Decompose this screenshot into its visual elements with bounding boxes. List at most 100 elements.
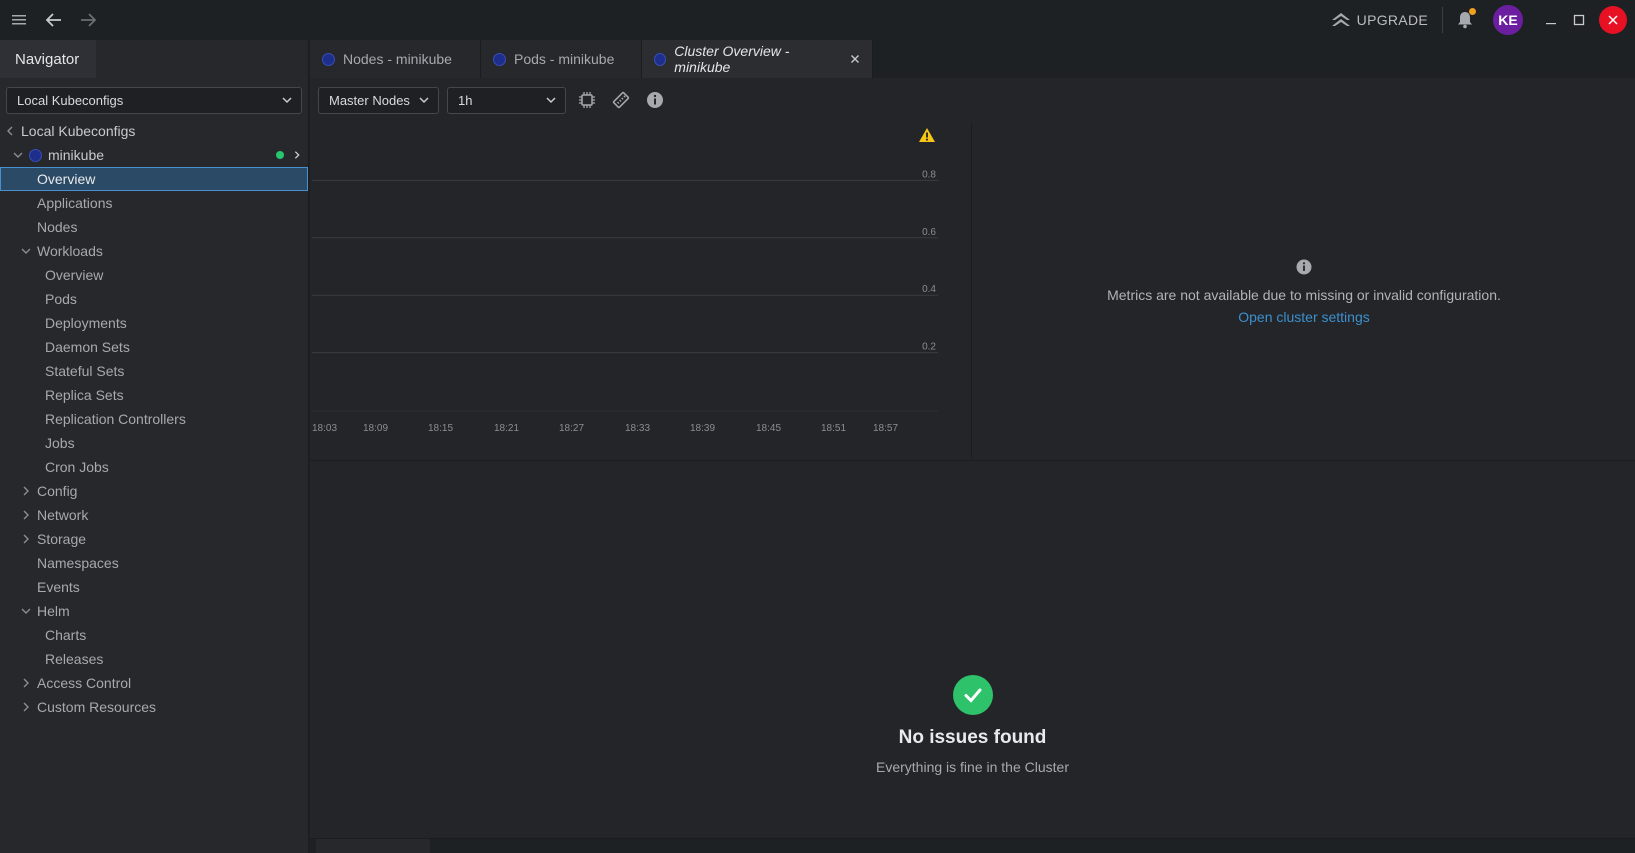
avatar[interactable]: KE — [1493, 5, 1523, 35]
sidebar-item-label: Nodes — [37, 219, 78, 235]
sidebar-item-label: Replica Sets — [45, 387, 124, 403]
chevron-down-icon — [281, 94, 293, 109]
sidebar-item-label: Deployments — [45, 315, 127, 331]
back-arrow-icon[interactable] — [42, 8, 66, 32]
chevron-right-icon[interactable] — [20, 485, 32, 497]
navigator-header[interactable]: Navigator — [0, 40, 96, 78]
sidebar-item-label: Replication Controllers — [45, 411, 186, 427]
sidebar-item-applications[interactable]: Applications — [0, 191, 308, 215]
sidebar-item-namespaces[interactable]: Namespaces — [0, 551, 308, 575]
sidebar-item-minikube[interactable]: minikube — [0, 143, 308, 167]
chevron-down-icon — [418, 94, 430, 109]
sidebar-item-charts[interactable]: Charts — [0, 623, 308, 647]
chevron-down-icon[interactable] — [12, 149, 24, 161]
metrics-chart-svg: 0.8 0.6 0.4 0.2 18:03 18:09 18:15 18:21 18:27 18:… — [312, 169, 938, 434]
x-tick-label: 18:51 — [821, 423, 846, 434]
issues-title: No issues found — [898, 727, 1047, 748]
sidebar-item-label: Access Control — [37, 675, 132, 691]
sidebar-item-pods[interactable]: Pods — [0, 287, 308, 311]
sidebar-item-nodes[interactable]: Nodes — [0, 215, 308, 239]
y-tick-label: 0.6 — [922, 227, 936, 238]
sidebar-item-label: Namespaces — [37, 555, 119, 571]
open-cluster-settings-link[interactable]: Open cluster settings — [973, 309, 1635, 325]
sidebar-item-events[interactable]: Events — [0, 575, 308, 599]
check-circle-icon — [953, 675, 993, 715]
sidebar-item-label: Storage — [37, 531, 87, 547]
sidebar-item-helm[interactable]: Helm — [0, 599, 308, 623]
kubernetes-icon — [29, 148, 42, 162]
tab-cluster-overview-minikube[interactable]: Cluster Overview - minikube — [642, 40, 873, 78]
x-tick-label: 18:39 — [690, 423, 715, 434]
sidebar-item-storage[interactable]: Storage — [0, 527, 308, 551]
sidebar-item-overview[interactable]: Overview — [0, 167, 308, 191]
warning-icon[interactable] — [918, 127, 936, 146]
tab-pods-minikube[interactable]: Pods - minikube — [481, 40, 642, 78]
x-tick-label: 18:57 — [873, 423, 898, 434]
upgrade-button[interactable]: UPGRADE — [1331, 11, 1428, 30]
notifications-bell-icon[interactable] — [1453, 8, 1477, 32]
sidebar-item-label: Applications — [37, 195, 113, 211]
tab-label: Cluster Overview - minikube — [674, 43, 790, 75]
sidebar-item-releases[interactable]: Releases — [0, 647, 308, 671]
sidebar-item-label: Stateful Sets — [45, 363, 125, 379]
sidebar-item-cron-jobs[interactable]: Cron Jobs — [0, 455, 308, 479]
sidebar-item-replica-sets[interactable]: Replica Sets — [0, 383, 308, 407]
memory-icon[interactable] — [608, 87, 634, 113]
sidebar-item-label: Cron Jobs — [45, 459, 109, 475]
chevron-right-icon[interactable] — [20, 533, 32, 545]
chevron-down-icon[interactable] — [20, 245, 32, 257]
overview-toolbar: Master Nodes 1h — [310, 78, 1635, 122]
sidebar-item-label: Workloads — [37, 243, 103, 259]
sidebar-item-replication-controllers[interactable]: Replication Controllers — [0, 407, 308, 431]
kubeconfig-select-value: Local Kubeconfigs — [17, 93, 124, 108]
sidebar-item-access-control[interactable]: Access Control — [0, 671, 308, 695]
time-range-select[interactable]: 1h — [447, 86, 566, 114]
close-tab-icon[interactable] — [850, 51, 860, 67]
chevron-down-icon[interactable] — [20, 605, 32, 617]
upgrade-label: UPGRADE — [1356, 12, 1428, 28]
sidebar-item-overview[interactable]: Overview — [0, 263, 308, 287]
sidebar-item-label: Charts — [45, 627, 87, 643]
x-tick-label: 18:09 — [363, 423, 388, 434]
sidebar-item-label: Overview — [37, 171, 96, 187]
sidebar-item-local-kubeconfigs[interactable]: Local Kubeconfigs — [0, 119, 308, 143]
kubeconfig-select[interactable]: Local Kubeconfigs — [6, 87, 302, 114]
dock-bar — [310, 838, 1635, 853]
sidebar-item-label: minikube — [48, 147, 105, 163]
chevron-right-icon[interactable] — [20, 701, 32, 713]
hamburger-menu-icon[interactable] — [8, 8, 32, 32]
info-icon[interactable] — [642, 87, 668, 113]
sidebar-item-custom-resources[interactable]: Custom Resources — [0, 695, 308, 719]
x-tick-label: 18:27 — [559, 423, 584, 434]
dock-tab[interactable] — [316, 839, 430, 853]
sidebar-item-jobs[interactable]: Jobs — [0, 431, 308, 455]
sidebar-item-label: Helm — [37, 603, 70, 619]
sidebar-item-workloads[interactable]: Workloads — [0, 239, 308, 263]
maximize-icon[interactable] — [1565, 6, 1593, 34]
minimize-icon[interactable] — [1537, 6, 1565, 34]
chevron-right-icon[interactable] — [20, 509, 32, 521]
chevron-right-icon[interactable] — [292, 147, 302, 163]
tab-label: Nodes - minikube — [343, 51, 452, 67]
y-tick-label: 0.8 — [922, 169, 936, 180]
tab-nodes-minikube[interactable]: Nodes - minikube — [310, 40, 481, 78]
sidebar-item-label: Daemon Sets — [45, 339, 130, 355]
sidebar-item-config[interactable]: Config — [0, 479, 308, 503]
x-tick-label: 18:33 — [625, 423, 650, 434]
sidebar-item-deployments[interactable]: Deployments — [0, 311, 308, 335]
sidebar-item-label: Config — [37, 483, 78, 499]
connection-status-dot — [276, 151, 284, 159]
forward-arrow-icon[interactable] — [76, 8, 100, 32]
sidebar-item-stateful-sets[interactable]: Stateful Sets — [0, 359, 308, 383]
sidebar-item-label: Network — [37, 507, 89, 523]
close-window-icon[interactable] — [1599, 6, 1627, 34]
sidebar-item-daemon-sets[interactable]: Daemon Sets — [0, 335, 308, 359]
chevron-left-icon[interactable] — [4, 125, 16, 137]
metrics-unavailable-panel: Metrics are not available due to missing… — [973, 123, 1635, 459]
title-bar: UPGRADE KE — [0, 0, 1635, 40]
chevron-right-icon[interactable] — [20, 677, 32, 689]
sidebar-item-label: Releases — [45, 651, 104, 667]
node-type-select[interactable]: Master Nodes — [318, 86, 439, 114]
sidebar-item-network[interactable]: Network — [0, 503, 308, 527]
cpu-icon[interactable] — [574, 87, 600, 113]
